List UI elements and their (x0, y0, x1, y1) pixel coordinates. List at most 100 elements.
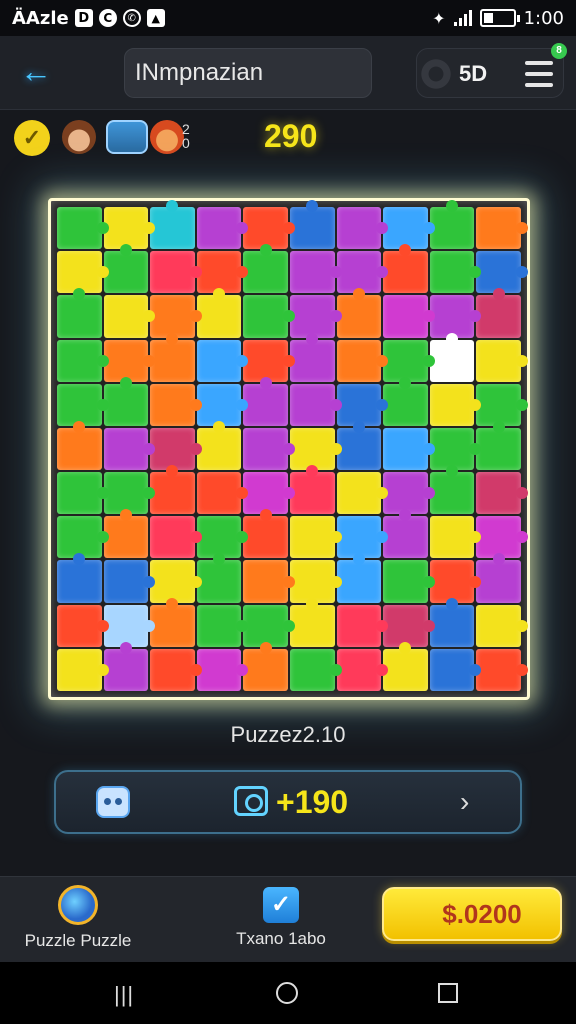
puzzle-piece[interactable] (336, 383, 388, 426)
puzzle-piece[interactable] (476, 288, 521, 338)
puzzle-piece[interactable] (243, 560, 295, 603)
puzzle-piece[interactable] (429, 332, 475, 382)
puzzle-piece[interactable] (289, 332, 335, 382)
puzzle-piece[interactable] (289, 383, 342, 426)
puzzle-piece[interactable] (476, 648, 528, 691)
puzzle-piece[interactable] (289, 199, 335, 250)
buy-button[interactable]: $.0200 (382, 887, 562, 941)
puzzle-piece[interactable] (429, 465, 475, 515)
puzzle-piece[interactable] (383, 295, 435, 338)
puzzle-piece[interactable] (196, 604, 248, 647)
puzzle-piece[interactable] (150, 516, 202, 559)
puzzle-piece[interactable] (336, 604, 388, 647)
puzzle-piece[interactable] (103, 295, 155, 338)
puzzle-piece[interactable] (243, 207, 295, 250)
puzzle-piece[interactable] (150, 597, 195, 647)
puzzle-piece[interactable] (243, 339, 295, 382)
puzzle-piece[interactable] (150, 560, 202, 603)
puzzle-piece[interactable] (150, 199, 195, 250)
puzzle-piece[interactable] (383, 472, 435, 515)
puzzle-piece[interactable] (336, 339, 388, 382)
puzzle-piece[interactable] (429, 199, 475, 250)
puzzle-piece[interactable] (57, 604, 109, 647)
puzzle-piece[interactable] (196, 516, 248, 559)
puzzle-piece[interactable] (383, 244, 428, 294)
puzzle-piece[interactable] (57, 420, 102, 471)
puzzle-piece[interactable] (196, 207, 248, 250)
puzzle-piece[interactable] (57, 553, 102, 603)
puzzle-piece[interactable] (150, 427, 202, 471)
puzzle-piece[interactable] (289, 251, 342, 294)
puzzle-piece[interactable] (476, 251, 528, 294)
puzzle-piece[interactable] (476, 383, 528, 426)
puzzle-piece[interactable] (383, 376, 428, 426)
puzzle-piece[interactable] (476, 604, 528, 647)
puzzle-piece[interactable] (243, 427, 295, 471)
puzzle-piece[interactable] (383, 641, 428, 691)
puzzle-piece[interactable] (429, 251, 481, 294)
puzzle-piece[interactable] (476, 420, 521, 471)
puzzle-piece[interactable] (103, 509, 149, 559)
puzzle-piece[interactable] (103, 560, 155, 603)
puzzle-piece[interactable] (289, 597, 335, 647)
puzzle-piece[interactable] (429, 295, 481, 338)
chevron-right-icon[interactable]: › (460, 786, 469, 818)
puzzle-piece[interactable] (196, 420, 242, 471)
puzzle-piece[interactable] (243, 295, 295, 338)
puzzle-piece[interactable] (429, 560, 481, 603)
puzzle-piece[interactable] (150, 648, 202, 691)
puzzle-piece[interactable] (243, 604, 295, 647)
puzzle-piece[interactable] (289, 465, 335, 515)
puzzle-piece[interactable] (103, 339, 155, 382)
puzzle-piece[interactable] (429, 648, 481, 691)
puzzle-piece[interactable] (150, 465, 195, 515)
puzzle-piece[interactable] (383, 207, 435, 250)
puzzle-piece[interactable] (150, 295, 202, 338)
puzzle-piece[interactable] (243, 641, 288, 691)
player-avatar-2[interactable] (106, 120, 148, 154)
back-arrow-icon[interactable]: ← (16, 55, 56, 90)
reward-bar[interactable]: +190 › (54, 770, 522, 834)
puzzle-piece[interactable] (57, 288, 102, 338)
puzzle-piece[interactable] (336, 420, 382, 471)
puzzle-piece[interactable] (196, 339, 248, 382)
puzzle-piece[interactable] (336, 648, 388, 691)
puzzle-piece[interactable] (150, 332, 195, 382)
puzzle-piece[interactable] (57, 207, 109, 250)
puzzle-piece[interactable] (103, 376, 149, 426)
puzzle-piece[interactable] (103, 472, 155, 515)
overview-square-icon[interactable] (438, 983, 458, 1003)
puzzle-piece[interactable] (243, 244, 288, 294)
gear-icon[interactable] (419, 57, 453, 91)
puzzle-tab[interactable]: Puzzle Puzzle (18, 885, 138, 951)
puzzle-piece[interactable] (103, 641, 149, 691)
recents-icon[interactable]: ||| (114, 982, 134, 1008)
puzzle-piece[interactable] (103, 604, 155, 647)
puzzle-piece[interactable] (429, 427, 481, 471)
puzzle-piece[interactable] (336, 288, 382, 338)
puzzle-piece[interactable] (57, 251, 109, 294)
puzzle-piece[interactable] (476, 339, 528, 382)
tasks-tab[interactable]: ✓ Txano 1abo (226, 885, 336, 949)
puzzle-piece[interactable] (103, 427, 155, 471)
puzzle-piece[interactable] (383, 427, 435, 471)
puzzle-piece[interactable] (383, 560, 435, 603)
puzzle-piece[interactable] (103, 244, 149, 294)
puzzle-piece[interactable] (429, 597, 475, 647)
puzzle-piece[interactable] (336, 553, 382, 603)
puzzle-piece[interactable] (196, 251, 248, 294)
puzzle-piece[interactable] (289, 295, 342, 338)
puzzle-piece[interactable] (150, 383, 202, 426)
puzzle-piece[interactable] (289, 516, 342, 559)
puzzle-piece[interactable] (57, 648, 109, 691)
puzzle-piece[interactable] (383, 509, 428, 559)
puzzle-piece[interactable] (336, 472, 388, 515)
puzzle-piece[interactable] (196, 288, 242, 338)
player-avatar-1[interactable] (62, 120, 96, 154)
puzzle-piece[interactable] (57, 383, 109, 426)
puzzle-piece[interactable] (103, 207, 155, 250)
puzzle-piece[interactable] (336, 207, 388, 250)
puzzle-piece[interactable] (429, 516, 481, 559)
check-badge-icon[interactable]: ✓ (14, 120, 50, 156)
puzzle-piece[interactable] (57, 472, 109, 515)
